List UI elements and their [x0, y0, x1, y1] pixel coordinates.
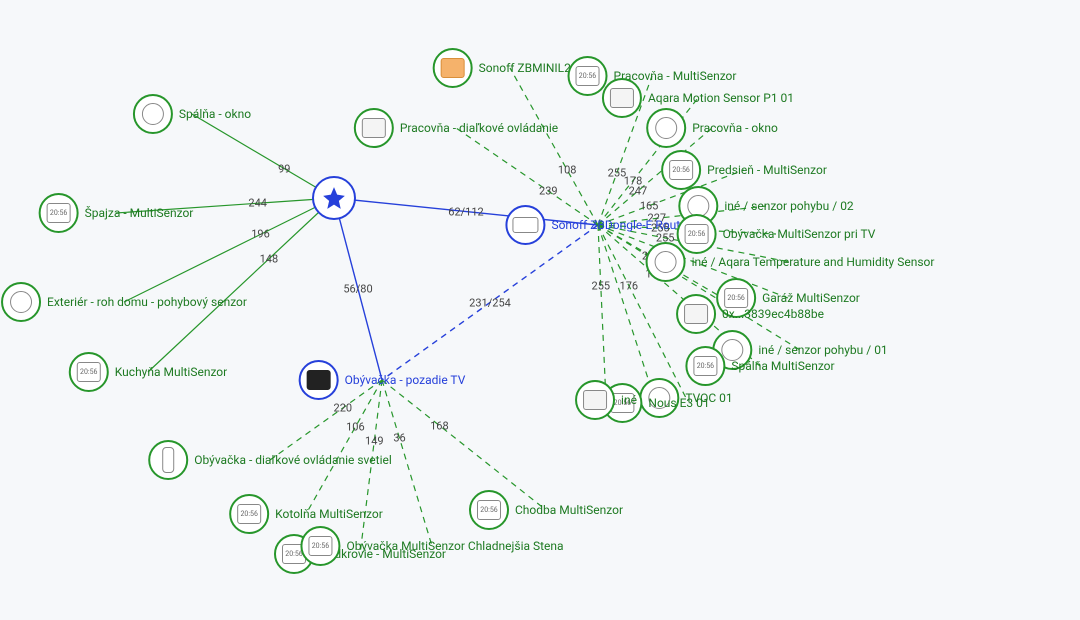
node-label: Obývačka - diaľkové ovládanie svetiel	[194, 453, 392, 467]
link-lqi: 176	[618, 279, 641, 292]
node-label: Pracovňa - diaľkové ovládanie	[400, 121, 558, 135]
lcd-icon	[39, 193, 79, 233]
node-label: Pracovňa - okno	[692, 121, 778, 135]
node-obyvacka_chl[interactable]: Obývačka MultiSenzor Chladnejšia Stena	[300, 526, 563, 566]
node-label: Predsieň - MultiSenzor	[707, 163, 827, 177]
node-dialkove_sv[interactable]: Obývačka - diaľkové ovládanie svetiel	[148, 440, 392, 480]
link-lqi: 106	[344, 420, 367, 433]
lcd-icon	[661, 150, 701, 190]
round-icon	[646, 108, 686, 148]
link-lqi: 62/112	[446, 205, 485, 218]
round-icon	[1, 282, 41, 322]
node-label: 0x...3839ec4b88be	[722, 307, 824, 321]
star-icon	[312, 176, 356, 220]
node-tv[interactable]: Obývačka - pozadie TV	[299, 360, 466, 400]
network-canvas[interactable]: 62/11256/80231/2549924419614822010614936…	[0, 0, 1080, 620]
link-lqi: 247	[627, 185, 650, 198]
dongle-icon	[505, 205, 545, 245]
node-label: iné	[621, 393, 637, 407]
lcd-icon	[229, 494, 269, 534]
node-label: Obývačka - pozadie TV	[345, 373, 466, 387]
node-label: Spálňa - okno	[179, 107, 251, 121]
node-predsien[interactable]: Predsieň - MultiSenzor	[661, 150, 827, 190]
remote-icon	[148, 440, 188, 480]
node-chodba[interactable]: Chodba MultiSenzor	[469, 490, 623, 530]
box-icon	[354, 108, 394, 148]
node-label: Nous E3 01	[648, 396, 709, 410]
node-spalna_okno[interactable]: Spálňa - okno	[133, 94, 251, 134]
link-lqi: 220	[332, 402, 355, 415]
node-label: Kotolňa MultiSenzor	[275, 507, 383, 521]
link-lqi: 244	[246, 197, 269, 210]
node-label: iné / senzor pohybu / 02	[724, 199, 853, 213]
node-aqara_th[interactable]: iné / Aqara Temperature and Humidity Sen…	[646, 242, 935, 282]
link-lqi: 56/80	[341, 283, 374, 296]
node-pracovna_do[interactable]: Pracovňa - diaľkové ovládanie	[354, 108, 558, 148]
network-link	[598, 225, 606, 400]
link-lqi: 239	[537, 185, 560, 198]
node-pracovna_okno[interactable]: Pracovňa - okno	[646, 108, 778, 148]
node-label: Obývačka MultiSenzor pri TV	[723, 227, 876, 241]
node-label: Kuchyňa MultiSenzor	[115, 365, 227, 379]
box-icon	[676, 294, 716, 334]
link-lqi: 255	[606, 166, 629, 179]
box-icon	[602, 78, 642, 118]
network-link	[334, 198, 382, 380]
node-hexid[interactable]: 0x...3839ec4b88be	[676, 294, 824, 334]
lcd-icon	[469, 490, 509, 530]
link-lqi: 168	[428, 419, 451, 432]
link-lqi: 231/254	[467, 296, 513, 309]
link-lqi: 196	[249, 228, 272, 241]
lcd-icon	[69, 352, 109, 392]
box-icon	[575, 380, 615, 420]
node-label: Sonoff ZBDongle-E Router	[551, 218, 690, 232]
node-label: Špajza - MultiSenzor	[85, 206, 194, 220]
node-label: Spálňa MultiSenzor	[731, 359, 834, 373]
node-ine[interactable]: iné	[575, 380, 637, 420]
link-lqi: 178	[622, 174, 645, 187]
node-coord[interactable]	[312, 176, 356, 220]
lcd-icon	[300, 526, 340, 566]
node-kuchyna[interactable]: Kuchyňa MultiSenzor	[69, 352, 227, 392]
node-label: Chodba MultiSenzor	[515, 503, 623, 517]
dark-icon	[299, 360, 339, 400]
link-lqi: 99	[276, 162, 292, 175]
node-label: Aqara Motion Sensor P1 01	[648, 91, 794, 105]
network-link	[382, 225, 598, 380]
node-label: iné / Aqara Temperature and Humidity Sen…	[692, 255, 935, 269]
round-icon	[646, 242, 686, 282]
node-spajza[interactable]: Špajza - MultiSenzor	[39, 193, 194, 233]
node-label: Obývačka MultiSenzor Chladnejšia Stena	[346, 539, 563, 553]
link-lqi: 148	[258, 252, 281, 265]
round-icon	[133, 94, 173, 134]
node-label: Exteriér - roh domu - pohybový senzor	[47, 295, 247, 309]
orange-icon	[433, 48, 473, 88]
link-lqi: 36	[391, 432, 407, 445]
link-lqi: 108	[556, 164, 579, 177]
node-exterier[interactable]: Exteriér - roh domu - pohybový senzor	[1, 282, 247, 322]
node-zbmini[interactable]: Sonoff ZBMINIL2 01	[433, 48, 588, 88]
link-lqi: 255	[590, 280, 613, 293]
node-router[interactable]: Sonoff ZBDongle-E Router	[505, 205, 690, 245]
